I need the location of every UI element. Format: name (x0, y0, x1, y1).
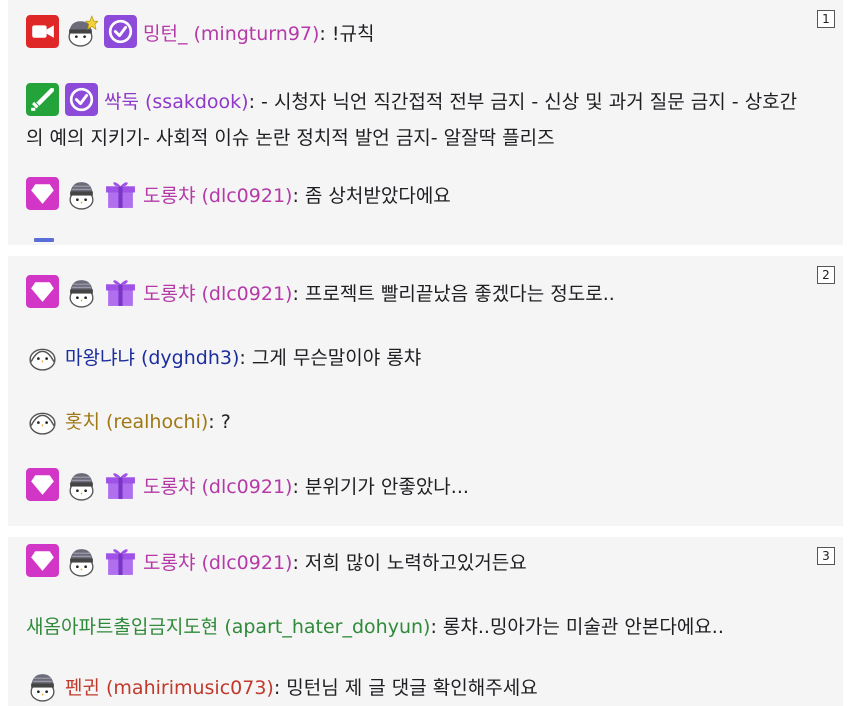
chat-separator: : (319, 23, 332, 45)
chat-username[interactable]: 마왕냐냐 (dyghdh3) (65, 347, 239, 369)
chat-message: 밍턴_ (mingturn97): !규칙 (26, 18, 813, 51)
chat-message: 싹둑 (ssakdook): - 시청자 닉언 직간접적 전부 금지 - 신상 … (26, 84, 813, 156)
chat-separator: : (248, 91, 262, 113)
diamond-icon (26, 544, 59, 577)
panel-number: 1 (817, 10, 835, 28)
chat-text: 그게 무슨말이야 롱챠 (251, 347, 422, 369)
chat-separator: : (292, 552, 305, 574)
chat-username[interactable]: 펜귄 (mahirimusic073) (65, 677, 274, 699)
verified-icon (104, 15, 137, 48)
camera-icon (26, 15, 59, 48)
chat-message: 도롱챠 (dlc0921): 저희 많이 노력하고있거든요 (26, 547, 813, 580)
chat-message: 홋치 (realhochi): ? (26, 406, 813, 439)
chat-username[interactable]: 도롱챠 (dlc0921) (143, 552, 292, 574)
penguin-icon (26, 403, 59, 436)
chat-text: 좀 상처받았다에요 (304, 185, 451, 207)
panel-number: 3 (817, 547, 835, 565)
panel-number: 2 (817, 266, 835, 284)
penguin-hat-icon (26, 669, 59, 702)
clipped-badge-edge (34, 238, 54, 242)
chat-separator: : (292, 185, 305, 207)
chat-separator: : (292, 283, 305, 305)
gift-icon (104, 177, 137, 210)
chat-username[interactable]: 새옴아파트출입금지도현 (apart_hater_dohyun) (26, 616, 430, 638)
chat-text: 저희 많이 노력하고있거든요 (304, 552, 527, 574)
chat-text: 프로젝트 빨리끝났음 좋겠다는 정도로.. (304, 283, 615, 305)
chat-message: 마왕냐냐 (dyghdh3): 그게 무슨말이야 롱챠 (26, 342, 813, 375)
penguin-hat-icon (65, 275, 98, 308)
chat-message: 새옴아파트출입금지도현 (apart_hater_dohyun): 롱챠..밍아… (26, 611, 813, 644)
penguin-icon (26, 339, 59, 372)
chat-username[interactable]: 홋치 (realhochi) (65, 411, 208, 433)
chat-separator: : (430, 616, 443, 638)
chat-username[interactable]: 밍턴_ (mingturn97) (143, 23, 319, 45)
chat-separator: : (292, 476, 305, 498)
chat-username[interactable]: 도롱챠 (dlc0921) (143, 185, 292, 207)
chat-separator: : (273, 677, 287, 699)
chat-username[interactable]: 도롱챠 (dlc0921) (143, 476, 292, 498)
gift-icon (104, 275, 137, 308)
penguin-hat-icon (65, 468, 98, 501)
verified-icon (65, 83, 98, 116)
chat-username[interactable]: 도롱챠 (dlc0921) (143, 283, 292, 305)
gift-icon (104, 544, 137, 577)
chat-separator: : (239, 347, 252, 369)
chat-text: !규칙 (331, 23, 375, 45)
chat-message: 도롱챠 (dlc0921): 분위기가 안좋았나... (26, 471, 813, 504)
gift-icon (104, 468, 137, 501)
penguin-hat-icon (65, 544, 98, 577)
diamond-icon (26, 177, 59, 210)
chat-message: 도롱챠 (dlc0921): 좀 상처받았다에요 (26, 180, 813, 213)
chat-text: 밍턴님 제 글 댓글 확인해주세요 (286, 677, 538, 699)
chat-message: 펜귄 (mahirimusic073): 밍턴님 제 글 댓글 확인해주세요 (26, 672, 813, 705)
chat-text: ? (220, 411, 231, 433)
diamond-icon (26, 468, 59, 501)
chat-username[interactable]: 싹둑 (ssakdook) (104, 91, 249, 113)
penguin-hat-icon (65, 177, 98, 210)
penguin-star-icon (65, 15, 98, 48)
chat-text: 롱챠..밍아가는 미술관 안본다에요.. (442, 616, 724, 638)
diamond-icon (26, 275, 59, 308)
sword-icon (26, 83, 59, 116)
chat-panel-2: 2 도롱챠 (dlc0921): 프로젝트 빨리끝났음 좋겠다는 정도로.. 마… (8, 256, 843, 526)
chat-text: 분위기가 안좋았나... (304, 476, 469, 498)
chat-separator: : (208, 411, 221, 433)
chat-panel-1: 1 밍턴_ (mingturn97): !규칙 싹둑 (ssakdook): -… (8, 0, 843, 245)
chat-message: 도롱챠 (dlc0921): 프로젝트 빨리끝났음 좋겠다는 정도로.. (26, 278, 813, 311)
chat-panel-3: 3 도롱챠 (dlc0921): 저희 많이 노력하고있거든요 새옴아파트출입금… (8, 537, 843, 706)
